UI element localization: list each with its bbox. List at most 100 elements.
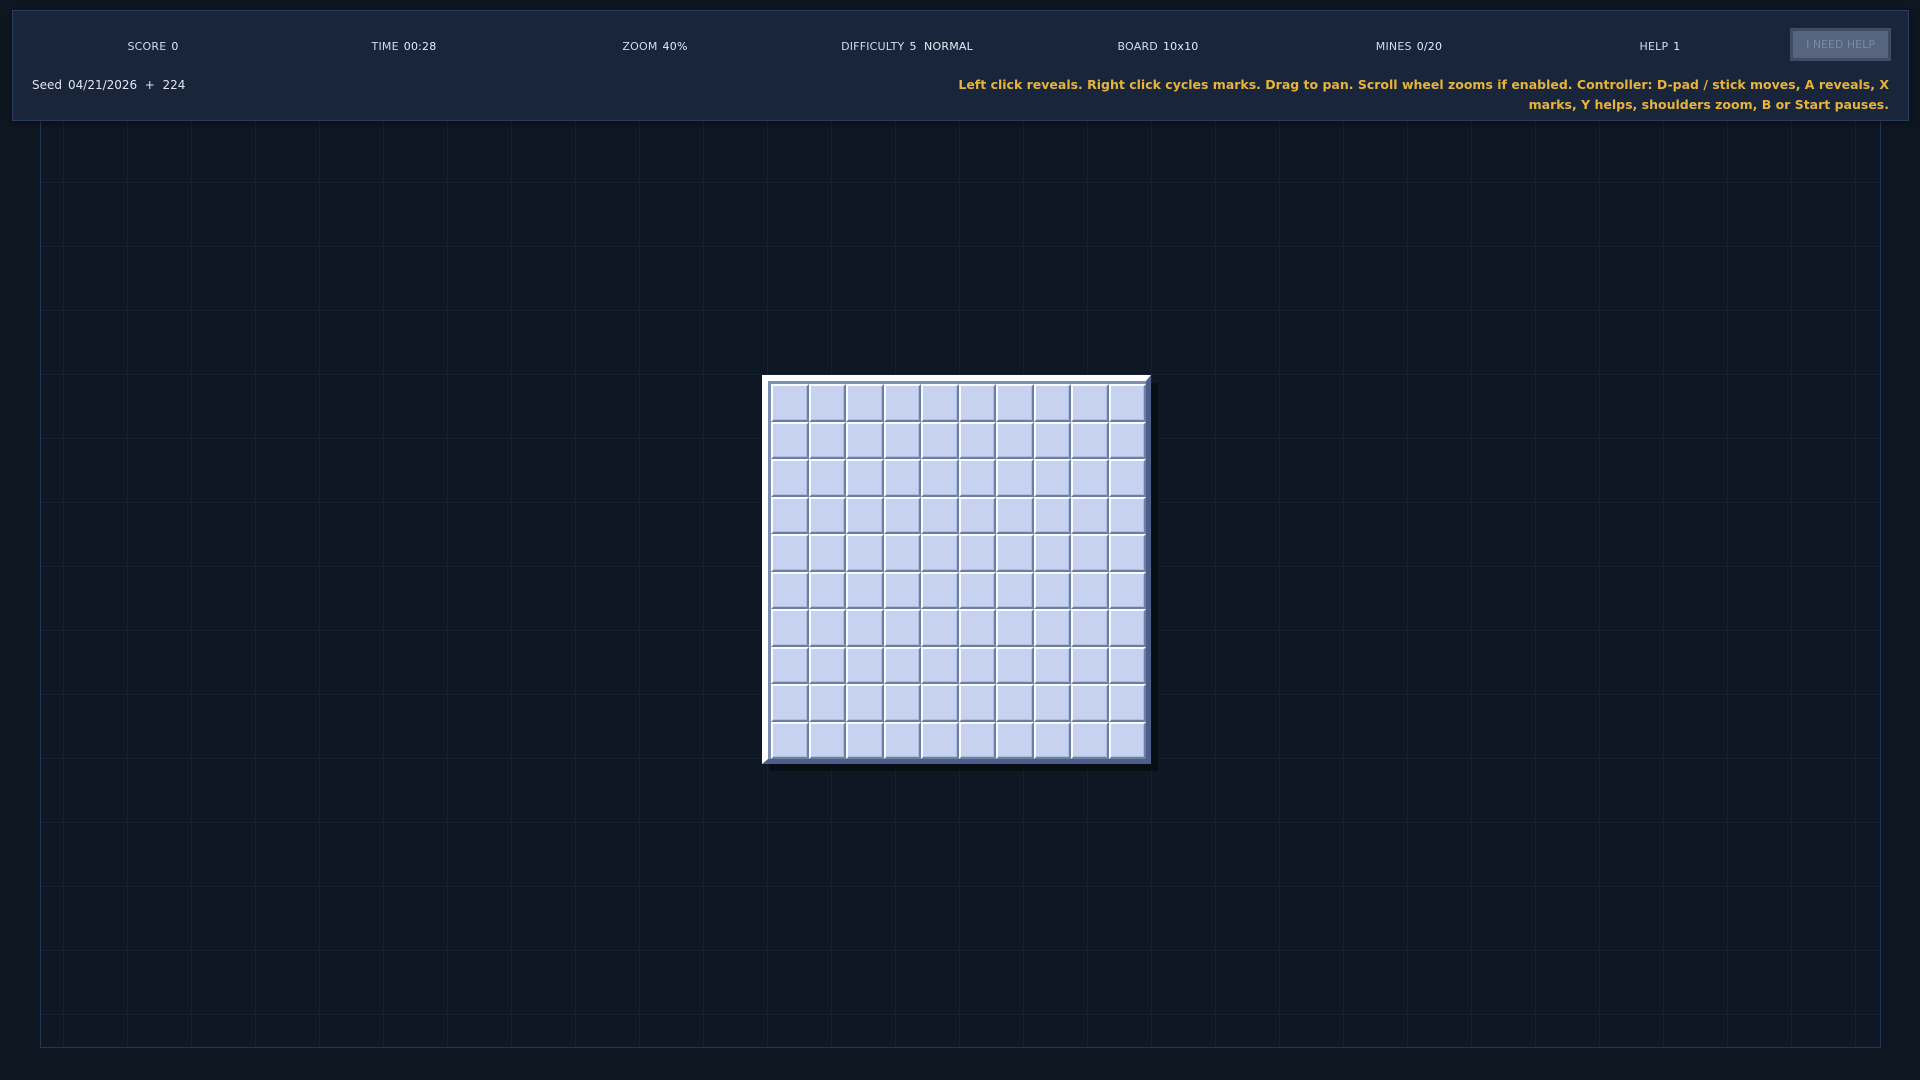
board-cell[interactable]	[996, 421, 1034, 459]
board-cell[interactable]	[808, 646, 846, 684]
board-cell[interactable]	[883, 459, 921, 497]
board-cell[interactable]	[808, 721, 846, 759]
board-cell[interactable]	[1071, 421, 1109, 459]
board-cell[interactable]	[921, 721, 959, 759]
board-cell[interactable]	[846, 534, 884, 572]
board-cell[interactable]	[921, 496, 959, 534]
board-cell[interactable]	[958, 496, 996, 534]
board-cell[interactable]	[1108, 571, 1146, 609]
board-cell[interactable]	[921, 421, 959, 459]
board-cell[interactable]	[958, 459, 996, 497]
board-cell[interactable]	[921, 684, 959, 722]
board-cell[interactable]	[1108, 459, 1146, 497]
board-cell[interactable]	[808, 534, 846, 572]
board-cell[interactable]	[1108, 534, 1146, 572]
board-cell[interactable]	[883, 384, 921, 422]
board-cell[interactable]	[1071, 571, 1109, 609]
board-cell[interactable]	[1033, 421, 1071, 459]
board-cell[interactable]	[1033, 496, 1071, 534]
board-cell[interactable]	[883, 646, 921, 684]
board-cell[interactable]	[883, 421, 921, 459]
board-cell[interactable]	[921, 571, 959, 609]
board-cell[interactable]	[958, 421, 996, 459]
board-cell[interactable]	[771, 421, 809, 459]
board-cell[interactable]	[846, 384, 884, 422]
board-cell[interactable]	[921, 646, 959, 684]
board-cell[interactable]	[846, 421, 884, 459]
board-cell[interactable]	[958, 646, 996, 684]
board-cell[interactable]	[1108, 609, 1146, 647]
board-cell[interactable]	[1071, 609, 1109, 647]
board-cell[interactable]	[1033, 459, 1071, 497]
board-cell[interactable]	[883, 721, 921, 759]
board-cell[interactable]	[1108, 646, 1146, 684]
board-cell[interactable]	[808, 496, 846, 534]
board-cell[interactable]	[771, 609, 809, 647]
board-cell[interactable]	[1033, 384, 1071, 422]
board-cell[interactable]	[1108, 421, 1146, 459]
board-cell[interactable]	[1033, 534, 1071, 572]
board-cell[interactable]	[883, 534, 921, 572]
board-cell[interactable]	[958, 684, 996, 722]
board-cell[interactable]	[771, 684, 809, 722]
board-cell[interactable]	[1071, 646, 1109, 684]
board-cell[interactable]	[771, 534, 809, 572]
board-cell[interactable]	[1071, 684, 1109, 722]
i-need-help-button[interactable]: I NEED HELP	[1790, 28, 1891, 61]
board-cell[interactable]	[996, 384, 1034, 422]
board-cell[interactable]	[958, 609, 996, 647]
board-cell[interactable]	[808, 684, 846, 722]
board-cell[interactable]	[996, 646, 1034, 684]
board-cell[interactable]	[1071, 534, 1109, 572]
board-cell[interactable]	[846, 684, 884, 722]
board-cell[interactable]	[1071, 721, 1109, 759]
board-cell[interactable]	[1071, 384, 1109, 422]
board-cell[interactable]	[1108, 384, 1146, 422]
board-cell[interactable]	[921, 459, 959, 497]
board-cell[interactable]	[958, 721, 996, 759]
board-cell[interactable]	[846, 646, 884, 684]
board-cell[interactable]	[846, 609, 884, 647]
board-cell[interactable]	[808, 459, 846, 497]
board-cell[interactable]	[771, 496, 809, 534]
board-cell[interactable]	[996, 496, 1034, 534]
board-cell[interactable]	[1108, 684, 1146, 722]
board-cell[interactable]	[958, 534, 996, 572]
board-cell[interactable]	[808, 571, 846, 609]
board-cell[interactable]	[958, 384, 996, 422]
board-cell[interactable]	[883, 496, 921, 534]
board-cell[interactable]	[771, 646, 809, 684]
board-cell[interactable]	[996, 609, 1034, 647]
board-cell[interactable]	[996, 571, 1034, 609]
board-cell[interactable]	[808, 421, 846, 459]
board-cell[interactable]	[1071, 459, 1109, 497]
board-cell[interactable]	[921, 384, 959, 422]
board-cell[interactable]	[921, 609, 959, 647]
board-cell[interactable]	[846, 571, 884, 609]
board-cell[interactable]	[846, 721, 884, 759]
board-cell[interactable]	[771, 384, 809, 422]
board-cell[interactable]	[958, 571, 996, 609]
board-cell[interactable]	[996, 684, 1034, 722]
board-cell[interactable]	[846, 459, 884, 497]
board-cell[interactable]	[1033, 609, 1071, 647]
board-cell[interactable]	[1033, 571, 1071, 609]
board-cell[interactable]	[883, 571, 921, 609]
board-cell[interactable]	[1071, 496, 1109, 534]
board-cell[interactable]	[996, 459, 1034, 497]
board-cell[interactable]	[808, 384, 846, 422]
board-cell[interactable]	[883, 684, 921, 722]
board-cell[interactable]	[1033, 684, 1071, 722]
board-cell[interactable]	[771, 459, 809, 497]
board-cell[interactable]	[996, 721, 1034, 759]
board-cell[interactable]	[996, 534, 1034, 572]
board-cell[interactable]	[1108, 496, 1146, 534]
board-cell[interactable]	[1033, 646, 1071, 684]
board-cell[interactable]	[808, 609, 846, 647]
board-cell[interactable]	[771, 721, 809, 759]
board-cell[interactable]	[846, 496, 884, 534]
board-cell[interactable]	[1108, 721, 1146, 759]
board-cell[interactable]	[771, 571, 809, 609]
board-cell[interactable]	[921, 534, 959, 572]
board-cell[interactable]	[883, 609, 921, 647]
